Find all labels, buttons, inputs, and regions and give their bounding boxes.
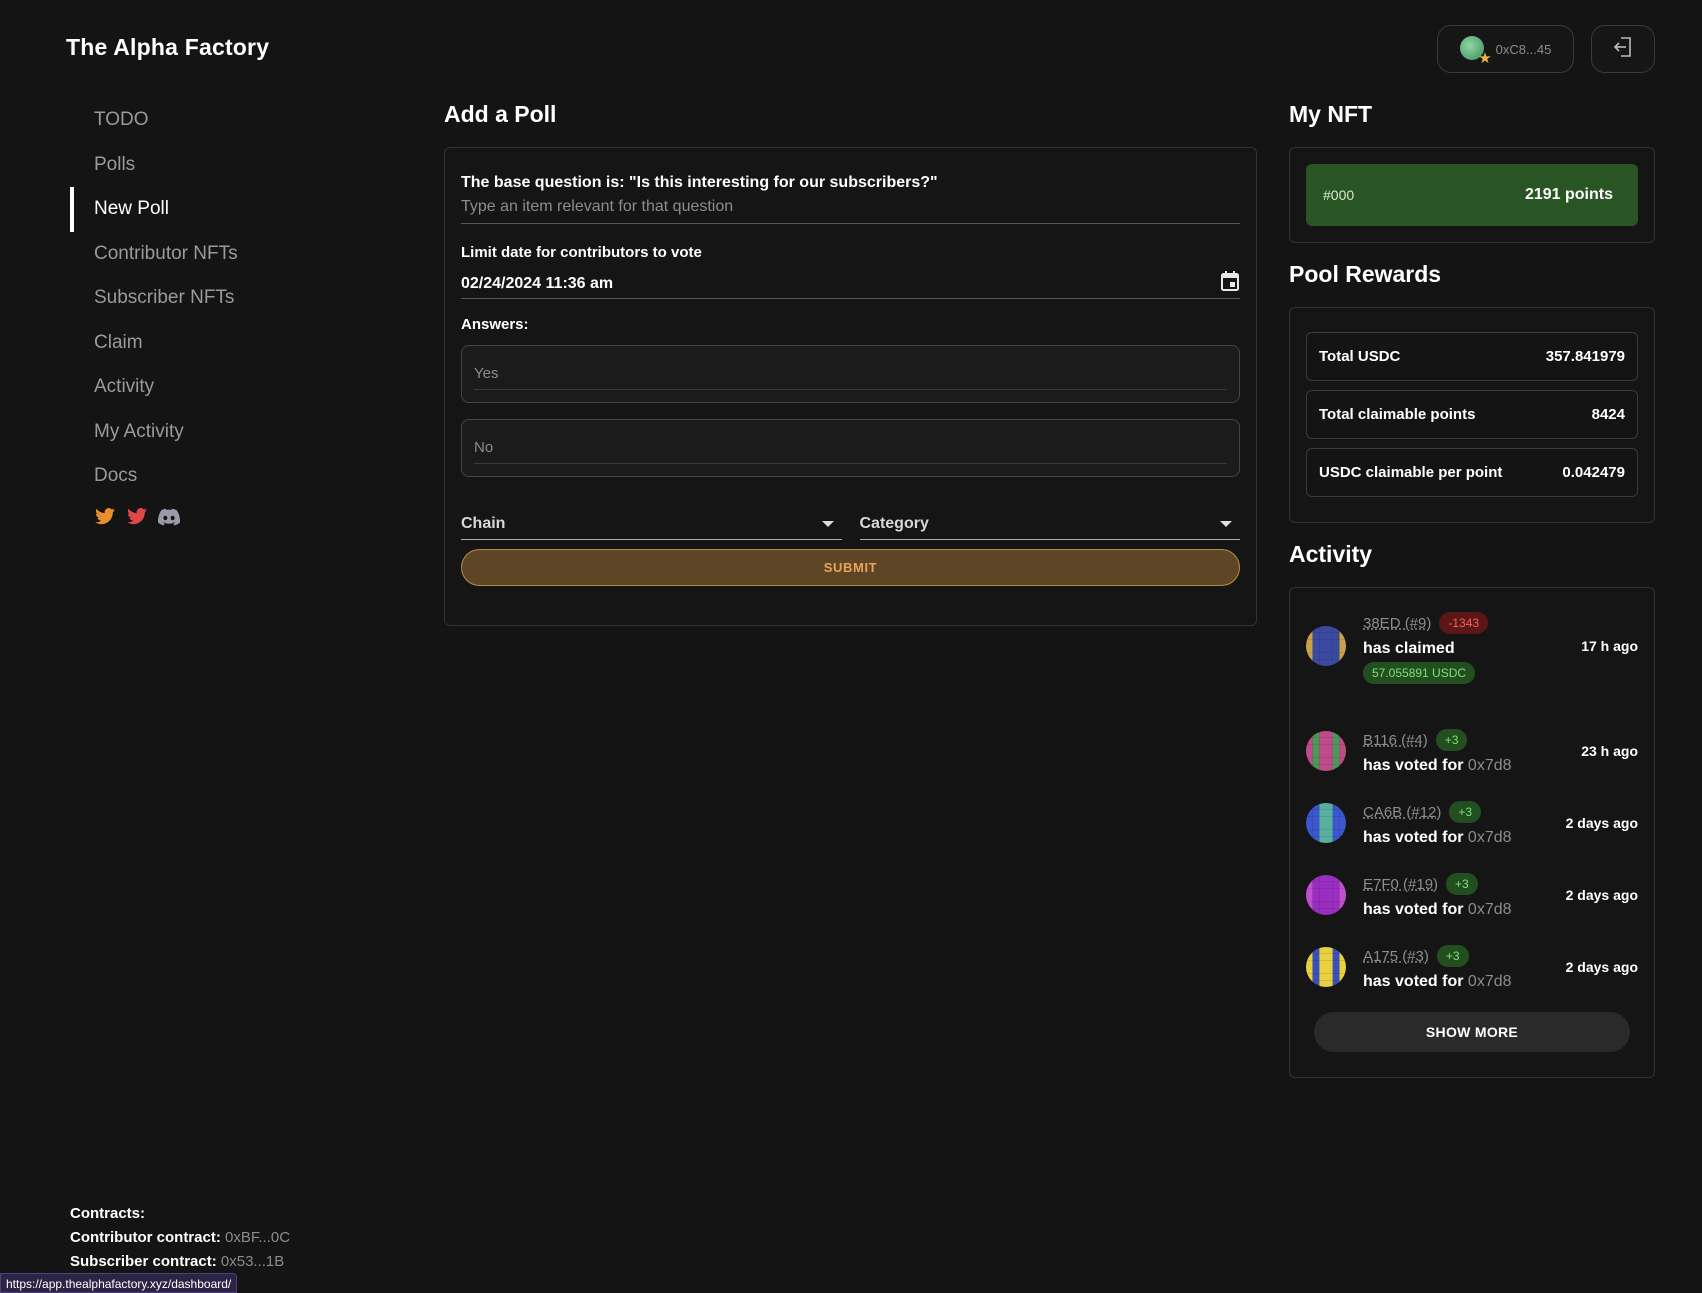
poll-address-link[interactable]: 0x7d8	[1468, 973, 1512, 990]
poll-form: The base question is: "Is this interesti…	[444, 147, 1257, 626]
sidebar-item-my-activity[interactable]: My Activity	[70, 410, 370, 455]
answers-label: Answers:	[461, 316, 529, 333]
sidebar-item-polls[interactable]: Polls	[70, 143, 370, 188]
activity-item: 38ED (#9) -1343 has claimed 57.055891 US…	[1306, 610, 1638, 684]
points-badge: +3	[1435, 729, 1468, 751]
date-value: 02/24/2024 11:36 am	[461, 274, 614, 292]
activity-user-link[interactable]: B116 (#4)	[1363, 732, 1428, 749]
avatar	[1306, 803, 1346, 843]
activity-time: 2 days ago	[1565, 815, 1638, 831]
activity-title: Activity	[1289, 541, 1373, 567]
activity-time: 23 h ago	[1581, 743, 1638, 759]
points-badge: -1343	[1439, 612, 1489, 634]
activity-item: B116 (#4) +3 has voted for 0x7d8 23 h ag…	[1306, 727, 1638, 775]
poll-address-link[interactable]: 0x7d8	[1468, 901, 1512, 918]
pool-rewards-card: Total USDC 357.841979 Total claimable po…	[1289, 307, 1655, 523]
calendar-icon[interactable]	[1220, 270, 1240, 297]
subscriber-contract: Subscriber contract: 0x53...1B	[70, 1253, 285, 1270]
activity-action: has voted for 0x7d8	[1363, 973, 1512, 990]
contracts-heading: Contracts:	[70, 1205, 146, 1222]
nft-banner[interactable]: #000 2191 points	[1306, 164, 1638, 226]
sidebar-item-contributor-nfts[interactable]: Contributor NFTs	[70, 232, 370, 277]
twitter-icon[interactable]	[126, 507, 148, 527]
points-badge: +3	[1436, 945, 1469, 967]
activity-item: CA6B (#12) +3 has voted for 0x7d8 2 days…	[1306, 799, 1638, 847]
wallet-button[interactable]: ★ 0xC8...45	[1437, 25, 1574, 73]
my-nft-title: My NFT	[1289, 101, 1373, 127]
avatar	[1306, 875, 1346, 915]
answer-input-no[interactable]: No	[461, 419, 1240, 477]
activity-user-link[interactable]: E7F0 (#19)	[1363, 876, 1438, 893]
contributor-contract: Contributor contract: 0xBF...0C	[70, 1229, 291, 1246]
avatar	[1306, 947, 1346, 987]
chevron-down-icon	[1220, 520, 1232, 527]
activity-user-link[interactable]: A175 (#3)	[1363, 948, 1429, 965]
activity-action: has voted for 0x7d8	[1363, 757, 1512, 774]
activity-user-link[interactable]: CA6B (#12)	[1363, 804, 1441, 821]
contracts-info: Contracts: Contributor contract: 0xBF...…	[70, 1202, 290, 1274]
show-more-button[interactable]: SHOW MORE	[1314, 1012, 1630, 1052]
subscriber-contract-address[interactable]: 0x53...1B	[221, 1253, 284, 1270]
activity-item: E7F0 (#19) +3 has voted for 0x7d8 2 days…	[1306, 871, 1638, 919]
twitter-icon[interactable]	[94, 507, 116, 527]
wallet-address: 0xC8...45	[1495, 41, 1552, 57]
activity-time: 2 days ago	[1565, 959, 1638, 975]
poll-address-link[interactable]: 0x7d8	[1468, 757, 1512, 774]
usdc-amount-badge: 57.055891 USDC	[1363, 662, 1476, 684]
points-badge: +3	[1446, 873, 1478, 895]
activity-item: A175 (#3) +3 has voted for 0x7d8 2 days …	[1306, 943, 1638, 991]
avatar	[1306, 731, 1346, 771]
discord-icon[interactable]	[158, 507, 180, 527]
avatar	[1306, 626, 1346, 666]
reward-row-claimable-points: Total claimable points 8424	[1306, 390, 1638, 439]
logout-icon	[1611, 35, 1635, 64]
sidebar-nav: TODO Polls New Poll Contributor NFTs Sub…	[70, 98, 370, 527]
sidebar-item-subscriber-nfts[interactable]: Subscriber NFTs	[70, 276, 370, 321]
category-select[interactable]: Category	[859, 508, 1240, 540]
activity-user-link[interactable]: 38ED (#9)	[1363, 615, 1431, 632]
star-icon: ★	[1478, 50, 1492, 67]
activity-time: 17 h ago	[1581, 638, 1638, 654]
nft-points: 2191 points	[1524, 186, 1613, 203]
question-input[interactable]: Type an item relevant for that question	[461, 198, 1240, 224]
activity-time: 2 days ago	[1565, 887, 1638, 903]
add-poll-title: Add a Poll	[444, 101, 557, 127]
my-nft-card: #000 2191 points	[1289, 147, 1655, 243]
submit-button[interactable]: SUBMIT	[461, 549, 1240, 586]
chain-select[interactable]: Chain	[461, 508, 842, 540]
chevron-down-icon	[821, 520, 834, 527]
sidebar-item-activity[interactable]: Activity	[70, 365, 370, 410]
question-label: The base question is: "Is this interesti…	[461, 174, 938, 191]
social-links	[70, 507, 370, 527]
nft-id: #000	[1323, 187, 1355, 203]
activity-card: 38ED (#9) -1343 has claimed 57.055891 US…	[1289, 587, 1655, 1078]
date-label: Limit date for contributors to vote	[461, 244, 702, 261]
contributor-contract-address[interactable]: 0xBF...0C	[225, 1229, 290, 1246]
logout-button[interactable]	[1591, 25, 1655, 73]
sidebar-item-claim[interactable]: Claim	[70, 321, 370, 366]
sidebar-item-new-poll[interactable]: New Poll	[70, 187, 370, 232]
date-input[interactable]: 02/24/2024 11:36 am	[461, 269, 1240, 299]
points-badge: +3	[1449, 801, 1482, 823]
activity-action: has claimed	[1363, 640, 1455, 657]
wallet-avatar: ★	[1459, 36, 1492, 67]
reward-row-usdc-per-point: USDC claimable per point 0.042479	[1306, 448, 1638, 497]
reward-row-total-usdc: Total USDC 357.841979	[1306, 332, 1638, 381]
poll-address-link[interactable]: 0x7d8	[1468, 829, 1512, 846]
activity-action: has voted for 0x7d8	[1363, 901, 1512, 918]
answer-input-yes[interactable]: Yes	[461, 345, 1240, 403]
activity-action: has voted for 0x7d8	[1363, 829, 1512, 846]
app-title: The Alpha Factory	[66, 34, 270, 60]
sidebar-item-todo[interactable]: TODO	[70, 98, 370, 143]
status-bar-url: https://app.thealphafactory.xyz/dashboar…	[0, 1273, 238, 1293]
sidebar-item-docs[interactable]: Docs	[70, 454, 370, 499]
pool-rewards-title: Pool Rewards	[1289, 261, 1442, 287]
